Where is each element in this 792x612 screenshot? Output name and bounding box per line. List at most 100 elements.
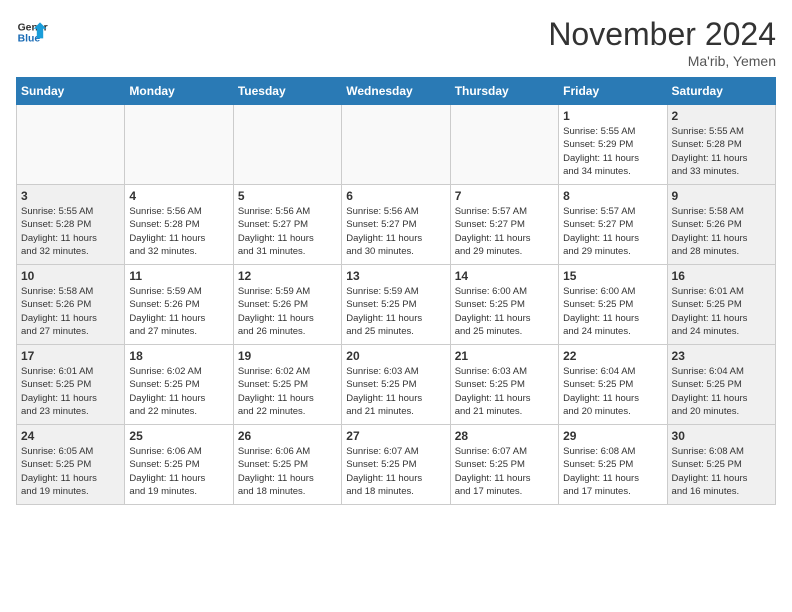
day-number: 25	[129, 429, 228, 443]
day-cell-16: 16 Sunrise: 6:01 AM Sunset: 5:25 PM Dayli…	[667, 265, 775, 345]
day-cell-18: 18 Sunrise: 6:02 AM Sunset: 5:25 PM Dayli…	[125, 345, 233, 425]
day-info: Sunrise: 6:02 AM Sunset: 5:25 PM Dayligh…	[238, 365, 337, 418]
day-number: 16	[672, 269, 771, 283]
day-info: Sunrise: 6:07 AM Sunset: 5:25 PM Dayligh…	[455, 445, 554, 498]
day-cell-22: 22Sunrise: 6:04 AM Sunset: 5:25 PM Dayli…	[559, 345, 667, 425]
day-number: 29	[563, 429, 662, 443]
day-cell-29: 29 Sunrise: 6:08 AM Sunset: 5:25 PM Dayli…	[559, 425, 667, 505]
day-cell-24: 24 Sunrise: 6:05 AM Sunset: 5:25 PM Dayli…	[17, 425, 125, 505]
day-number: 18	[129, 349, 228, 363]
day-number: 22	[563, 349, 662, 363]
day-info: Sunrise: 6:01 AM Sunset: 5:25 PM Dayligh…	[672, 285, 771, 338]
title-block: November 2024 Ma'rib, Yemen	[548, 16, 776, 69]
day-number: 2	[672, 109, 771, 123]
day-number: 8	[563, 189, 662, 203]
day-cell-7: 7 Sunrise: 5:57 AM Sunset: 5:27 PM Daylig…	[450, 185, 558, 265]
day-cell-20: 20 Sunrise: 6:03 AM Sunset: 5:25 PM Dayli…	[342, 345, 450, 425]
day-cell-17: 17Sunrise: 6:01 AM Sunset: 5:25 PM Dayli…	[17, 345, 125, 425]
day-cell-25: 25 Sunrise: 6:06 AM Sunset: 5:25 PM Dayli…	[125, 425, 233, 505]
day-cell-12: 12 Sunrise: 5:59 AM Sunset: 5:26 PM Dayli…	[233, 265, 341, 345]
day-info: Sunrise: 6:03 AM Sunset: 5:25 PM Dayligh…	[455, 365, 554, 418]
day-info: Sunrise: 6:02 AM Sunset: 5:25 PM Dayligh…	[129, 365, 228, 418]
day-number: 19	[238, 349, 337, 363]
day-info: Sunrise: 5:58 AM Sunset: 5:26 PM Dayligh…	[21, 285, 120, 338]
day-cell-3: 3 Sunrise: 5:55 AM Sunset: 5:28 PM Daylig…	[17, 185, 125, 265]
day-cell-4: 4 Sunrise: 5:56 AM Sunset: 5:28 PM Daylig…	[125, 185, 233, 265]
day-cell-14: 14Sunrise: 6:00 AM Sunset: 5:25 PM Dayli…	[450, 265, 558, 345]
day-number: 24	[21, 429, 120, 443]
day-cell-23: 23Sunrise: 6:04 AM Sunset: 5:25 PM Dayli…	[667, 345, 775, 425]
day-info: Sunrise: 5:57 AM Sunset: 5:27 PM Dayligh…	[455, 205, 554, 258]
day-cell-2: 2 Sunrise: 5:55 AM Sunset: 5:28 PM Daylig…	[667, 105, 775, 185]
day-number: 1	[563, 109, 662, 123]
day-info: Sunrise: 6:07 AM Sunset: 5:25 PM Dayligh…	[346, 445, 445, 498]
day-number: 5	[238, 189, 337, 203]
day-number: 30	[672, 429, 771, 443]
empty-cell	[342, 105, 450, 185]
day-number: 20	[346, 349, 445, 363]
month-title: November 2024	[548, 16, 776, 53]
day-info: Sunrise: 6:03 AM Sunset: 5:25 PM Dayligh…	[346, 365, 445, 418]
week-row-5: 24 Sunrise: 6:05 AM Sunset: 5:25 PM Dayli…	[17, 425, 776, 505]
day-number: 7	[455, 189, 554, 203]
weekday-header-saturday: Saturday	[667, 78, 775, 105]
day-cell-15: 15 Sunrise: 6:00 AM Sunset: 5:25 PM Dayli…	[559, 265, 667, 345]
day-number: 23	[672, 349, 771, 363]
day-cell-11: 11Sunrise: 5:59 AM Sunset: 5:26 PM Dayli…	[125, 265, 233, 345]
day-cell-26: 26Sunrise: 6:06 AM Sunset: 5:25 PM Dayli…	[233, 425, 341, 505]
weekday-header-monday: Monday	[125, 78, 233, 105]
day-cell-28: 28 Sunrise: 6:07 AM Sunset: 5:25 PM Dayli…	[450, 425, 558, 505]
day-info: Sunrise: 5:58 AM Sunset: 5:26 PM Dayligh…	[672, 205, 771, 258]
week-row-1: 1 Sunrise: 5:55 AM Sunset: 5:29 PM Daylig…	[17, 105, 776, 185]
day-info: Sunrise: 6:06 AM Sunset: 5:25 PM Dayligh…	[129, 445, 228, 498]
day-number: 27	[346, 429, 445, 443]
day-number: 28	[455, 429, 554, 443]
day-info: Sunrise: 6:00 AM Sunset: 5:25 PM Dayligh…	[455, 285, 554, 338]
day-info: Sunrise: 6:05 AM Sunset: 5:25 PM Dayligh…	[21, 445, 120, 498]
day-cell-13: 13 Sunrise: 5:59 AM Sunset: 5:25 PM Dayli…	[342, 265, 450, 345]
day-info: Sunrise: 5:55 AM Sunset: 5:28 PM Dayligh…	[21, 205, 120, 258]
day-cell-6: 6 Sunrise: 5:56 AM Sunset: 5:27 PM Daylig…	[342, 185, 450, 265]
empty-cell	[17, 105, 125, 185]
calendar-table: SundayMondayTuesdayWednesdayThursdayFrid…	[16, 77, 776, 505]
weekday-header-sunday: Sunday	[17, 78, 125, 105]
day-number: 6	[346, 189, 445, 203]
day-cell-5: 5Sunrise: 5:56 AM Sunset: 5:27 PM Daylig…	[233, 185, 341, 265]
empty-cell	[233, 105, 341, 185]
empty-cell	[125, 105, 233, 185]
day-number: 4	[129, 189, 228, 203]
weekday-header-friday: Friday	[559, 78, 667, 105]
day-number: 12	[238, 269, 337, 283]
day-cell-8: 8Sunrise: 5:57 AM Sunset: 5:27 PM Daylig…	[559, 185, 667, 265]
day-info: Sunrise: 6:06 AM Sunset: 5:25 PM Dayligh…	[238, 445, 337, 498]
day-info: Sunrise: 6:00 AM Sunset: 5:25 PM Dayligh…	[563, 285, 662, 338]
day-number: 13	[346, 269, 445, 283]
weekday-header-tuesday: Tuesday	[233, 78, 341, 105]
day-cell-21: 21 Sunrise: 6:03 AM Sunset: 5:25 PM Dayli…	[450, 345, 558, 425]
day-cell-10: 10 Sunrise: 5:58 AM Sunset: 5:26 PM Dayli…	[17, 265, 125, 345]
day-info: Sunrise: 5:59 AM Sunset: 5:25 PM Dayligh…	[346, 285, 445, 338]
day-number: 9	[672, 189, 771, 203]
day-info: Sunrise: 6:08 AM Sunset: 5:25 PM Dayligh…	[563, 445, 662, 498]
weekday-header-wednesday: Wednesday	[342, 78, 450, 105]
logo-icon: General Blue	[16, 16, 48, 48]
day-number: 15	[563, 269, 662, 283]
day-cell-19: 19 Sunrise: 6:02 AM Sunset: 5:25 PM Dayli…	[233, 345, 341, 425]
day-info: Sunrise: 5:59 AM Sunset: 5:26 PM Dayligh…	[129, 285, 228, 338]
day-number: 3	[21, 189, 120, 203]
day-cell-27: 27 Sunrise: 6:07 AM Sunset: 5:25 PM Dayli…	[342, 425, 450, 505]
day-info: Sunrise: 5:55 AM Sunset: 5:28 PM Dayligh…	[672, 125, 771, 178]
day-cell-1: 1 Sunrise: 5:55 AM Sunset: 5:29 PM Daylig…	[559, 105, 667, 185]
day-info: Sunrise: 5:56 AM Sunset: 5:27 PM Dayligh…	[346, 205, 445, 258]
week-row-4: 17Sunrise: 6:01 AM Sunset: 5:25 PM Dayli…	[17, 345, 776, 425]
day-info: Sunrise: 5:56 AM Sunset: 5:28 PM Dayligh…	[129, 205, 228, 258]
empty-cell	[450, 105, 558, 185]
day-info: Sunrise: 5:59 AM Sunset: 5:26 PM Dayligh…	[238, 285, 337, 338]
day-cell-9: 9 Sunrise: 5:58 AM Sunset: 5:26 PM Daylig…	[667, 185, 775, 265]
day-info: Sunrise: 6:08 AM Sunset: 5:25 PM Dayligh…	[672, 445, 771, 498]
week-row-3: 10 Sunrise: 5:58 AM Sunset: 5:26 PM Dayli…	[17, 265, 776, 345]
day-number: 21	[455, 349, 554, 363]
weekday-header-row: SundayMondayTuesdayWednesdayThursdayFrid…	[17, 78, 776, 105]
day-info: Sunrise: 5:55 AM Sunset: 5:29 PM Dayligh…	[563, 125, 662, 178]
day-number: 10	[21, 269, 120, 283]
